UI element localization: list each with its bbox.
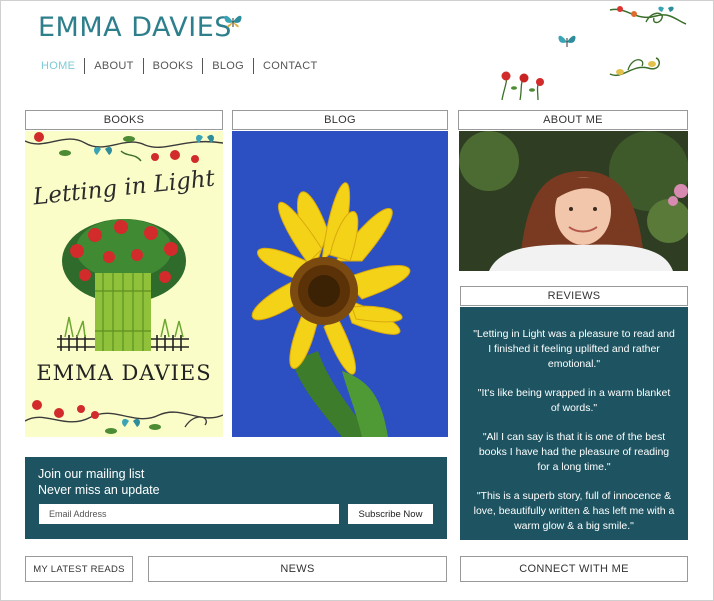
nav-about[interactable]: ABOUT (85, 58, 142, 74)
blog-sunflower-image[interactable] (232, 131, 448, 437)
butterfly-icon (558, 35, 576, 47)
latest-reads-button[interactable]: MY LATEST READS (25, 556, 133, 582)
butterfly-icon (224, 15, 242, 28)
mailing-subheading: Never miss an update (38, 483, 160, 497)
nav-contact[interactable]: CONTACT (254, 58, 326, 74)
rose-icon (501, 71, 544, 100)
review-quote: "All I can say is that it is one of the … (478, 431, 670, 473)
nav-books[interactable]: BOOKS (144, 58, 203, 74)
vine-icon (609, 57, 661, 77)
vine-icon (609, 6, 687, 25)
review-quote: "It's like being wrapped in a warm blank… (477, 387, 671, 414)
books-header[interactable]: BOOKS (25, 110, 223, 130)
sunflower-illustration (232, 131, 448, 437)
blog-header[interactable]: BLOG (232, 110, 448, 130)
main-nav: HOME ABOUT BOOKS BLOG CONTACT (32, 58, 326, 74)
review-quote: "This is a superb story, full of innocen… (473, 490, 675, 532)
news-button[interactable]: NEWS (148, 556, 447, 582)
reviews-header[interactable]: REVIEWS (460, 286, 688, 306)
site-title[interactable]: EMMA DAVIES (38, 12, 232, 43)
connect-with-me-button[interactable]: CONNECT WITH ME (460, 556, 688, 582)
book-cover[interactable]: Letting in Light EMMA DAVIES (25, 131, 223, 437)
mailing-heading: Join our mailing list (38, 467, 145, 481)
portrait-illustration (459, 131, 688, 271)
mailing-list-panel: Join our mailing list Never miss an upda… (25, 457, 447, 539)
nav-blog[interactable]: BLOG (203, 58, 253, 74)
email-field[interactable] (39, 504, 339, 524)
review-quote: "Letting in Light was a pleasure to read… (473, 328, 675, 370)
about-header[interactable]: ABOUT ME (458, 110, 688, 130)
author-portrait[interactable] (459, 131, 688, 271)
subscribe-button[interactable]: Subscribe Now (348, 504, 433, 524)
reviews-panel: "Letting in Light was a pleasure to read… (460, 307, 688, 540)
book-cover-author: EMMA DAVIES (36, 361, 212, 385)
nav-home[interactable]: HOME (32, 58, 84, 74)
